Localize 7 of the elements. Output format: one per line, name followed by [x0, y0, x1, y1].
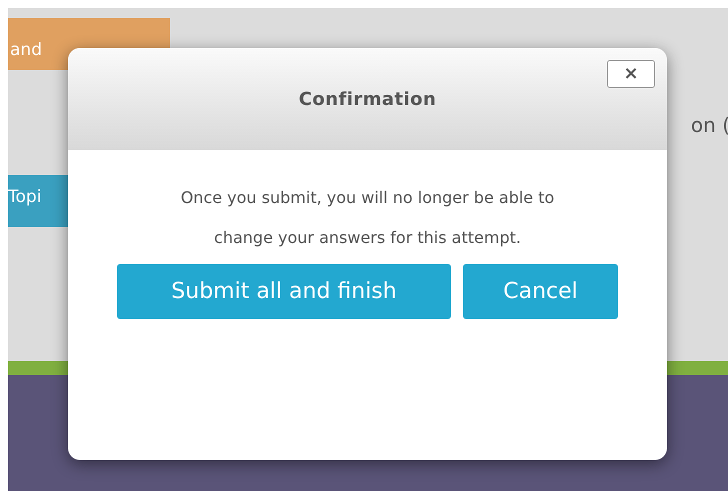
submit-button[interactable]: Submit all and finish	[117, 264, 451, 319]
cancel-button[interactable]: Cancel	[463, 264, 618, 319]
background-text: on (	[690, 112, 728, 139]
dialog-title: Confirmation	[298, 88, 436, 112]
topic-button[interactable]: Topi	[8, 175, 68, 227]
confirmation-message: Once you submit, you will no longer be able to change your answers for this attempt.	[180, 187, 556, 249]
close-button[interactable]: ×	[607, 60, 655, 88]
